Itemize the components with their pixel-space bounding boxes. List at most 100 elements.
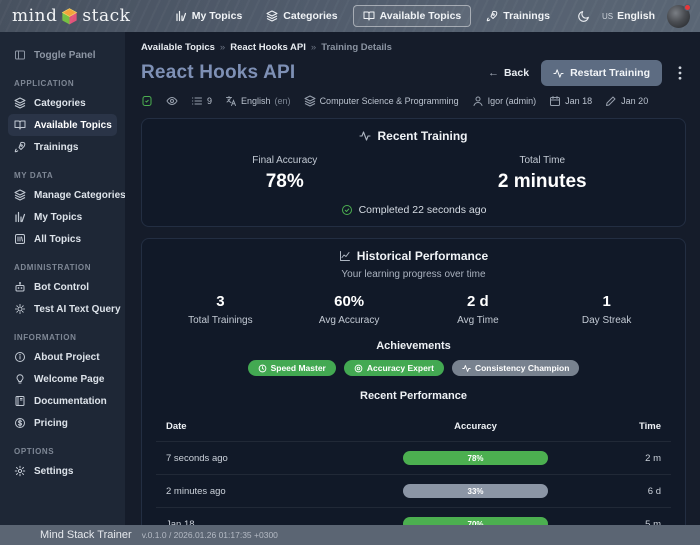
language-switcher[interactable]: US English — [602, 10, 655, 22]
recent-training-stats: Final Accuracy 78% Total Time 2 minutes — [156, 155, 671, 193]
sidebar: Toggle Panel APPLICATION Categories Avai… — [0, 32, 125, 525]
nav-my-topics-label: My Topics — [191, 10, 243, 22]
completed-text: Completed 22 seconds ago — [358, 204, 487, 216]
stat-avg-accuracy: 60% Avg Accuracy — [285, 293, 414, 326]
recent-training-card: Recent Training Final Accuracy 78% Total… — [141, 118, 686, 227]
category-value: Computer Science & Programming — [319, 96, 459, 106]
sidebar-item-manage-categories[interactable]: Manage Categories — [8, 184, 125, 206]
top-navbar: mind stack My Topics Categories Availabl… — [0, 0, 700, 32]
stat-avg-time: 2 d Avg Time — [414, 293, 543, 326]
historical-subtitle: Your learning progress over time — [341, 269, 486, 280]
sidebar-item-trainings[interactable]: Trainings — [8, 136, 117, 158]
robot-icon — [14, 281, 26, 293]
sidebar-item-label: All Topics — [34, 233, 82, 245]
language-code: US — [601, 12, 614, 21]
sidebar-item-label: Pricing — [34, 417, 68, 429]
final-accuracy-stat: Final Accuracy 78% — [156, 155, 414, 193]
logo-text-mind: mind — [12, 6, 58, 26]
breadcrumb-available-topics[interactable]: Available Topics — [141, 42, 215, 53]
accuracy-pill: 33% — [403, 484, 549, 498]
nav-trainings[interactable]: Trainings — [477, 6, 559, 26]
user-avatar[interactable] — [667, 3, 691, 28]
created-date-value: Jan 18 — [565, 96, 593, 106]
layers-icon — [304, 95, 316, 107]
updated-date-chip: Jan 20 — [605, 95, 648, 107]
back-button[interactable]: ← Back — [488, 67, 529, 79]
footer-version: v.0.1.0 / 2026.01.26 01:17:35 +0300 — [141, 530, 278, 540]
sidebar-item-label: Trainings — [34, 141, 79, 153]
moon-icon[interactable] — [577, 10, 590, 23]
activity-icon — [553, 68, 564, 79]
stat-label: Day Streak — [581, 315, 632, 326]
sidebar-item-categories[interactable]: Categories — [8, 92, 117, 114]
panel-icon — [14, 49, 26, 61]
sidebar-item-all-topics[interactable]: All Topics — [8, 228, 117, 250]
stat-value: 3 — [216, 293, 225, 310]
row-time: 2 m — [645, 452, 661, 464]
sidebar-item-bot-control[interactable]: Bot Control — [8, 276, 117, 298]
sidebar-item-welcome-page[interactable]: Welcome Page — [8, 368, 117, 390]
activity-icon — [462, 364, 471, 373]
header-time: Time — [638, 421, 661, 432]
stat-day-streak: 1 Day Streak — [542, 293, 671, 326]
breadcrumb-separator: » — [310, 42, 317, 53]
navbar-right: US English — [577, 3, 691, 28]
layers-icon — [266, 10, 278, 22]
achievements-badges: Speed Master Accuracy Expert Consistency… — [156, 360, 671, 376]
layers-icon — [14, 97, 26, 109]
accuracy-pill: 78% — [403, 451, 549, 465]
badge-consistency-champion: Consistency Champion — [451, 360, 580, 376]
sidebar-item-settings[interactable]: Settings — [8, 460, 117, 482]
recent-training-title-row: Recent Training — [156, 129, 671, 143]
stat-value: 2 d — [467, 293, 489, 310]
chart-icon — [339, 250, 351, 262]
sidebar-item-label: Categories — [34, 97, 86, 109]
user-icon — [472, 95, 484, 107]
sidebar-item-about-project[interactable]: About Project — [8, 346, 117, 368]
main-content: Available Topics » React Hooks API » Tra… — [125, 32, 700, 525]
pencil-icon — [605, 95, 617, 107]
gear-icon — [14, 465, 26, 477]
sidebar-item-documentation[interactable]: Documentation — [8, 390, 117, 412]
sidebar-item-test-ai-text-query[interactable]: Test AI Text Query — [8, 298, 121, 320]
layers-icon — [14, 189, 26, 201]
sidebar-item-pricing[interactable]: Pricing — [8, 412, 117, 434]
activity-icon — [359, 130, 372, 142]
sidebar-item-available-topics[interactable]: Available Topics — [8, 114, 117, 136]
logo-cube-icon — [60, 7, 79, 26]
spark-icon — [14, 303, 26, 315]
restart-training-button[interactable]: Restart Training — [541, 60, 662, 86]
recent-performance-title: Recent Performance — [360, 390, 467, 402]
check-circle-icon — [341, 204, 353, 216]
sidebar-item-label: Manage Categories — [34, 189, 125, 201]
restart-label: Restart Training — [570, 67, 650, 79]
table-row: 2 minutes ago 33% 6 d — [156, 475, 671, 508]
row-date: 7 seconds ago — [166, 452, 228, 464]
row-date: 2 minutes ago — [166, 485, 226, 497]
toggle-panel-button[interactable]: Toggle Panel — [8, 44, 117, 66]
nav-available-topics[interactable]: Available Topics — [352, 5, 472, 27]
app-logo[interactable]: mind stack — [12, 6, 130, 26]
more-options-button[interactable] — [674, 64, 686, 82]
navbar-menu: My Topics Categories Available Topics Tr… — [166, 5, 559, 27]
nav-my-topics[interactable]: My Topics — [166, 6, 252, 26]
sidebar-item-my-topics[interactable]: My Topics — [8, 206, 117, 228]
bar-chart-icon — [175, 10, 187, 22]
header-actions: ← Back Restart Training — [488, 60, 686, 86]
row-accuracy-cell: 70% — [350, 517, 601, 525]
stat-value: 60% — [334, 293, 365, 310]
nav-categories-label: Categories — [283, 10, 338, 22]
accuracy-value: 33% — [467, 486, 484, 496]
dollar-icon — [14, 417, 26, 429]
header-date: Date — [166, 421, 187, 432]
eye-icon — [166, 95, 178, 107]
sidebar-item-label: Settings — [34, 465, 74, 477]
stat-label: Avg Time — [457, 315, 499, 326]
total-time-value: 2 minutes — [497, 171, 587, 192]
language-value: English — [241, 96, 271, 106]
bar-chart-icon — [14, 211, 26, 223]
clock-icon — [258, 364, 267, 373]
rocket-icon — [14, 141, 26, 153]
breadcrumb-react-hooks-api[interactable]: React Hooks API — [230, 42, 306, 53]
nav-categories[interactable]: Categories — [257, 6, 346, 26]
